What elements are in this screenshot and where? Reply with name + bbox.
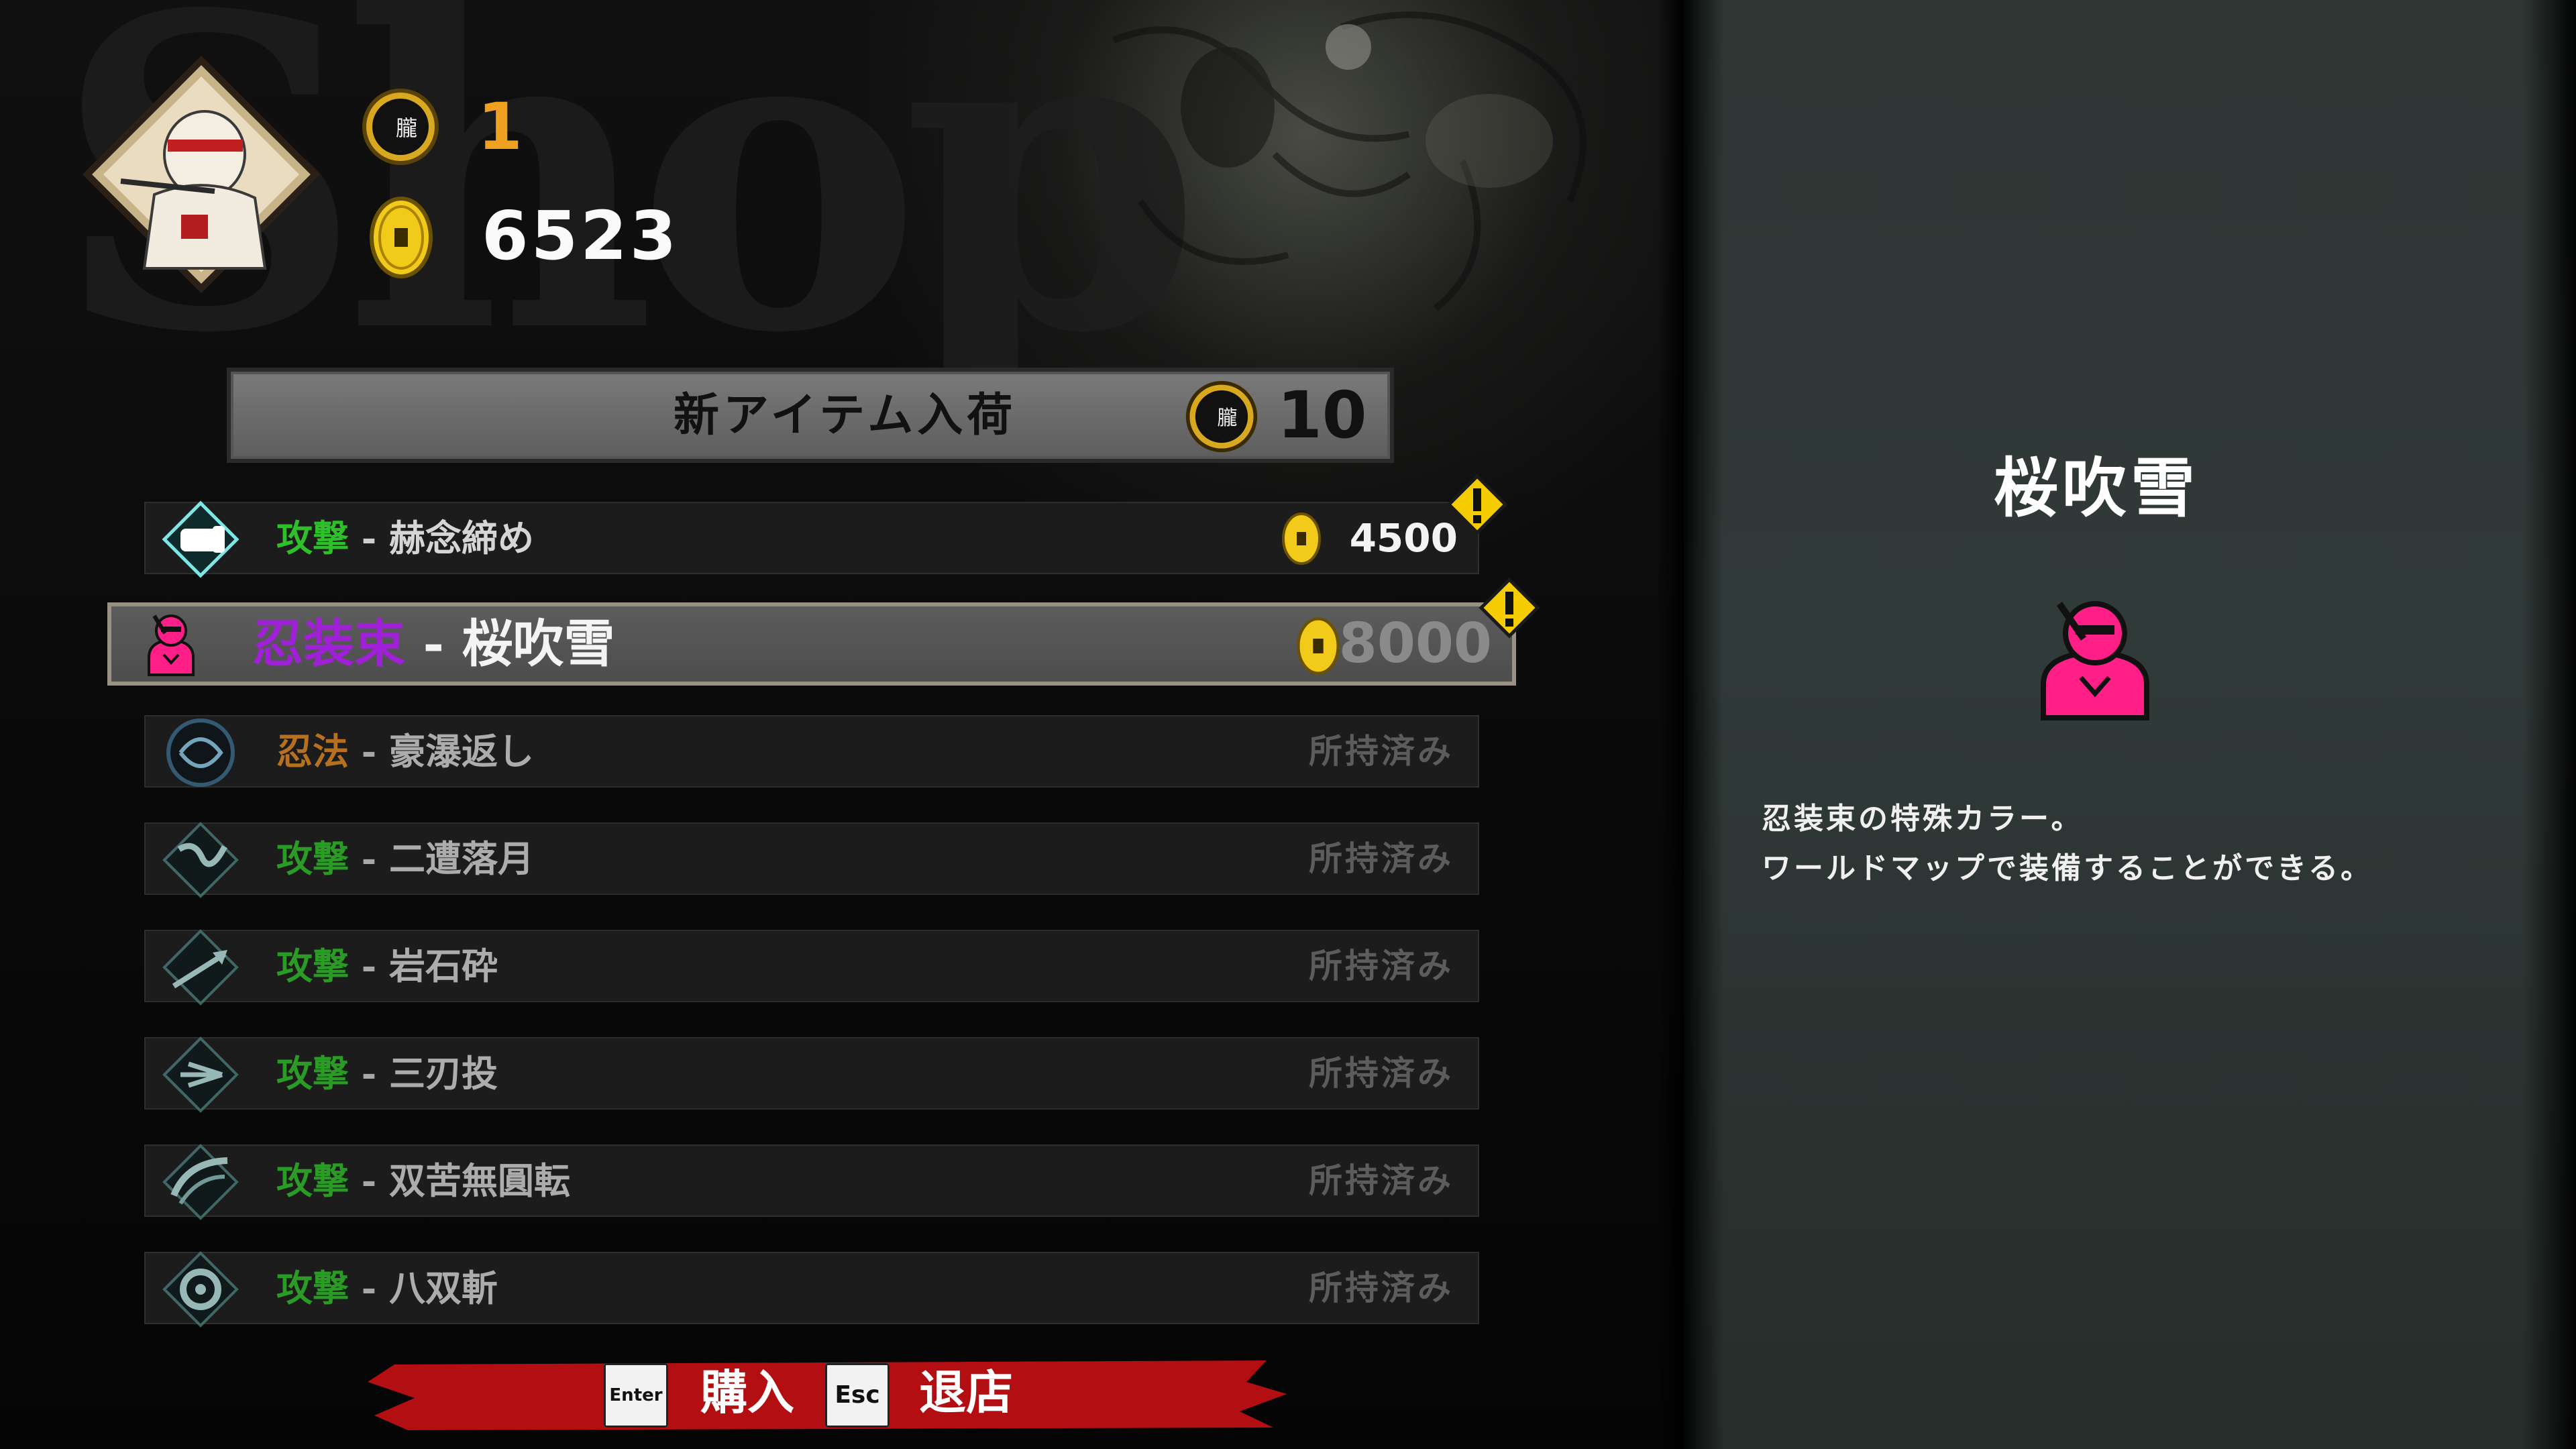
owned-status: 所持済み xyxy=(1309,839,1454,878)
moon-currency-icon: 朧 xyxy=(362,89,439,165)
item-name: 三刃投 xyxy=(389,1052,498,1095)
owned-status: 所持済み xyxy=(1309,946,1454,985)
player-avatar xyxy=(82,55,321,294)
item-separator: - xyxy=(349,945,390,987)
ninja-costume-icon xyxy=(2041,601,2149,720)
enter-key-label: Enter xyxy=(609,1385,663,1405)
controls-bar: Enter 購入 Esc 退店 xyxy=(368,1355,1287,1434)
buy-button[interactable]: 購入 xyxy=(700,1359,794,1426)
water-swirl-icon xyxy=(166,718,235,787)
gold-coin-icon xyxy=(370,197,433,278)
ninja-costume-icon xyxy=(148,614,195,676)
boar-background-art xyxy=(1112,11,1587,311)
gold-coin-icon xyxy=(1297,617,1340,675)
crescent-slash-icon xyxy=(162,822,239,898)
item-category: 攻撃 xyxy=(276,517,349,559)
item-separator: - xyxy=(349,837,390,880)
item-separator: - xyxy=(349,1159,390,1202)
new-item-arrival-banner[interactable]: 新アイテム入荷 朧 10 xyxy=(227,368,1394,463)
owned-status: 所持済み xyxy=(1309,731,1454,771)
arrow-strike-icon xyxy=(162,929,239,1006)
shop-item-row[interactable]: 攻撃 - 赫念締め 4500 xyxy=(144,500,1479,578)
item-price: 4500 xyxy=(1349,515,1458,561)
item-category: 攻撃 xyxy=(276,945,349,987)
item-name: 双苦無圓転 xyxy=(389,1159,571,1202)
shop-item-row[interactable]: 攻撃 - 二遭落月 所持済み xyxy=(144,822,1479,898)
item-separator: - xyxy=(349,1052,390,1095)
item-category: 攻撃 xyxy=(276,837,349,880)
shop-item-row[interactable]: 攻撃 - 三刃投 所持済み xyxy=(144,1036,1479,1113)
owned-status: 所持済み xyxy=(1309,1161,1454,1200)
item-category: 忍法 xyxy=(276,730,349,773)
item-separator: - xyxy=(349,1267,390,1309)
shop-item-row[interactable]: 攻撃 - 岩石砕 所持済み xyxy=(144,929,1479,1006)
item-category: 攻撃 xyxy=(276,1267,349,1309)
item-category: 忍装束 xyxy=(252,614,405,674)
ring-slash-icon xyxy=(162,1251,239,1328)
item-price: 8000 xyxy=(1338,612,1492,676)
shop-panel: Shop 朧 1 6523 新アイテム入荷 朧 10 攻撃 - 赫念締め 450… xyxy=(0,0,1684,1449)
moon-currency-count: 1 xyxy=(478,89,523,164)
detail-item-title: 桜吹雪 xyxy=(1994,450,2199,526)
fist-icon xyxy=(162,500,239,578)
item-separator: - xyxy=(405,614,462,674)
moon-currency-icon: 朧 xyxy=(1185,380,1258,453)
enter-key[interactable]: Enter xyxy=(604,1363,668,1428)
new-item-arrival-label: 新アイテム入荷 xyxy=(674,388,1017,442)
svg-text:朧: 朧 xyxy=(396,115,417,141)
item-category: 攻撃 xyxy=(276,1052,349,1095)
gold-coin-count: 6523 xyxy=(482,197,680,275)
detail-description-line: 忍装束の特殊カラー。 xyxy=(1762,802,2084,836)
shop-item-row[interactable]: 攻撃 - 双苦無圓転 所持済み xyxy=(144,1144,1479,1220)
spin-slash-icon xyxy=(162,1144,239,1220)
shop-item-row[interactable]: 忍法 - 豪瀑返し 所持済み xyxy=(144,715,1479,788)
esc-key[interactable]: Esc xyxy=(825,1363,890,1428)
shop-item-row[interactable]: 攻撃 - 八双斬 所持済み xyxy=(144,1251,1479,1328)
svg-text:朧: 朧 xyxy=(1217,407,1237,430)
new-alert-icon xyxy=(1479,577,1540,639)
item-name: 岩石砕 xyxy=(389,945,498,987)
gold-coin-icon xyxy=(1282,513,1321,565)
item-separator: - xyxy=(349,730,390,773)
new-alert-icon xyxy=(1446,474,1508,535)
item-name: 桜吹雪 xyxy=(462,614,615,674)
item-name: 二遭落月 xyxy=(389,837,535,880)
owned-status: 所持済み xyxy=(1309,1268,1454,1307)
item-name: 赫念締め xyxy=(389,517,535,559)
new-item-arrival-cost: 10 xyxy=(1277,378,1367,453)
item-name: 八双斬 xyxy=(389,1267,498,1309)
kunai-throw-icon xyxy=(162,1036,239,1113)
shop-item-row-selected[interactable]: 忍装束 - 桜吹雪 8000 xyxy=(107,602,1516,686)
item-name: 豪瀑返し xyxy=(389,730,535,773)
item-detail-panel: 桜吹雪 忍装束の特殊カラー。 ワールドマップで装備することができる。 xyxy=(1684,0,2576,1449)
item-separator: - xyxy=(349,517,390,559)
exit-shop-button[interactable]: 退店 xyxy=(919,1359,1013,1426)
item-category: 攻撃 xyxy=(276,1159,349,1202)
owned-status: 所持済み xyxy=(1309,1053,1454,1093)
esc-key-label: Esc xyxy=(835,1381,880,1409)
detail-description-line: ワールドマップで装備することができる。 xyxy=(1762,851,2373,885)
